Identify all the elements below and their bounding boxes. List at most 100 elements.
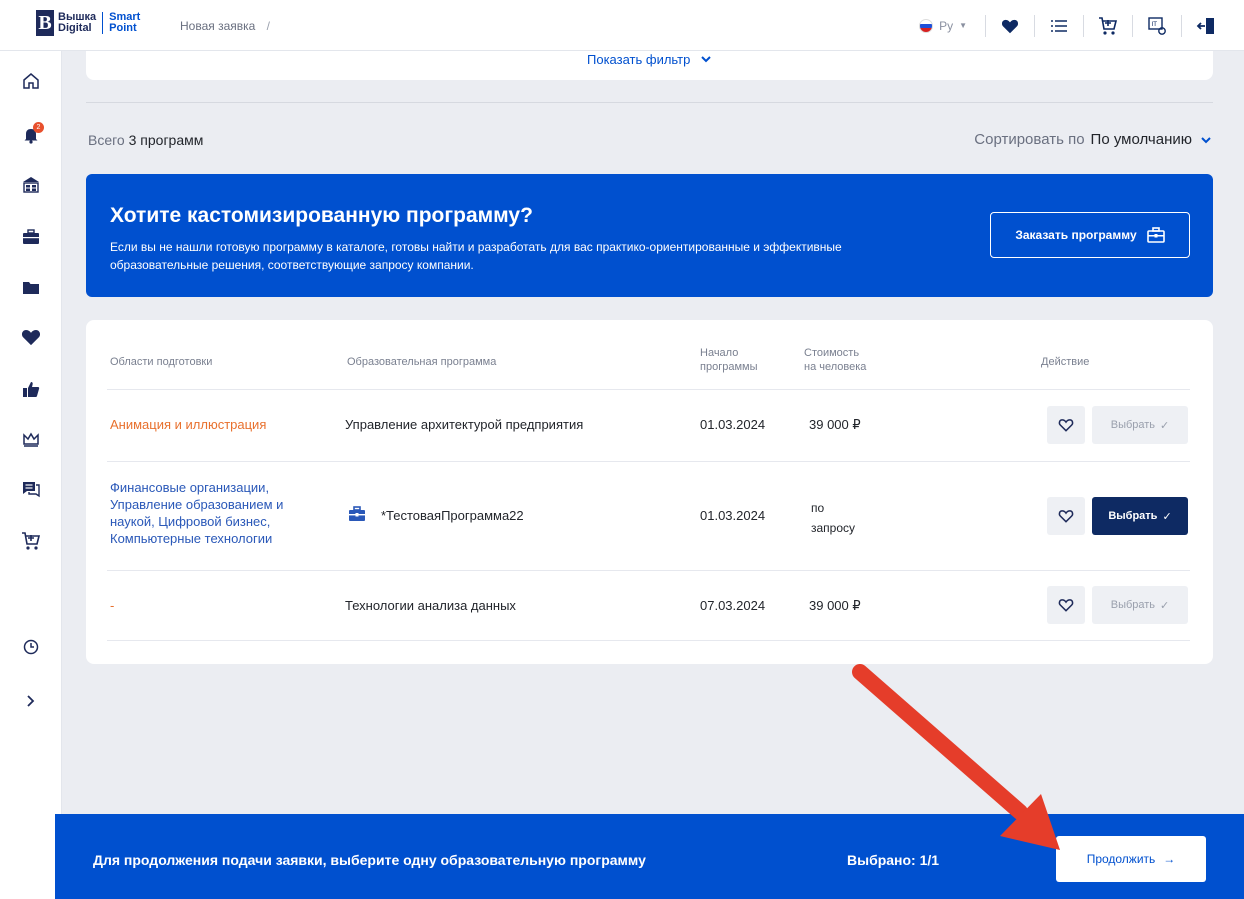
favorite-button[interactable] [1047, 497, 1085, 535]
order-program-button[interactable]: Заказать программу [990, 212, 1190, 258]
results-count-value: 3 программ [128, 132, 204, 148]
cost-cell: по запросу [811, 498, 855, 538]
row-divider [107, 389, 1190, 390]
footer-instruction: Для продолжения подачи заявки, выберите … [93, 852, 646, 868]
logo-divider [102, 12, 104, 34]
sidebar-item-messages[interactable] [21, 479, 41, 499]
column-header-cost-line2: на человека [804, 361, 867, 373]
top-actions: Ру ▼ IT [919, 0, 1244, 51]
list-button[interactable] [1035, 0, 1083, 51]
sidebar-item-portfolio[interactable] [21, 227, 41, 247]
logout-button[interactable] [1182, 0, 1230, 51]
sidebar-expand-button[interactable] [21, 691, 41, 711]
area-cell: - [110, 598, 115, 613]
application-footer: Для продолжения подачи заявки, выберите … [55, 814, 1244, 899]
column-header-start-line2: программы [700, 361, 758, 373]
briefcase-icon [1146, 227, 1165, 243]
select-program-button-selected[interactable]: Выбрать ✓ [1092, 497, 1188, 535]
sidebar-item-rating[interactable] [21, 429, 41, 449]
start-date-cell: 07.03.2024 [700, 598, 766, 613]
row-divider [107, 461, 1190, 462]
breadcrumb: Новая заявка / [180, 19, 270, 33]
logout-icon [1196, 17, 1214, 34]
select-program-button[interactable]: Выбрать ✓ [1092, 406, 1188, 444]
program-cell[interactable]: Технологии анализа данных [345, 598, 516, 613]
heart-icon [1001, 19, 1019, 33]
sidebar-item-favorites[interactable] [21, 327, 41, 347]
notification-badge: 2 [33, 122, 44, 133]
cart-button[interactable] [1084, 0, 1132, 51]
area-cell[interactable]: Анимация и иллюстрация [110, 417, 266, 432]
selected-count: Выбрано: 1/1 [847, 852, 940, 868]
show-filter-toggle[interactable]: Показать фильтр [86, 52, 1213, 67]
heart-icon [21, 330, 41, 346]
sort-selector[interactable]: Сортировать по По умолчанию [974, 131, 1212, 148]
language-label: Ру [939, 18, 954, 33]
select-label: Выбрать [1108, 510, 1158, 522]
order-program-label: Заказать программу [1015, 228, 1137, 242]
divider [86, 102, 1213, 103]
arrow-right-icon: → [1163, 852, 1176, 866]
program-cell[interactable]: *ТестоваяПрограмма22 [381, 508, 524, 523]
banner-text: Если вы не нашли готовую программу в кат… [110, 240, 842, 272]
area-cell[interactable]: Финансовые организации, Управление образ… [110, 479, 305, 547]
results-count-prefix: Всего [88, 132, 125, 148]
sidebar-item-home[interactable] [21, 71, 41, 91]
sidebar-item-documents[interactable] [21, 277, 41, 297]
sidebar-item-recommendations[interactable] [21, 379, 41, 399]
filter-panel: Показать фильтр [86, 51, 1213, 80]
breadcrumb-item[interactable]: Новая заявка [180, 19, 255, 33]
row-divider [107, 640, 1190, 641]
logo-line2: Digital [58, 22, 92, 34]
sort-label: Сортировать по [974, 131, 1085, 148]
check-icon: ✓ [1160, 419, 1170, 432]
heart-outline-icon [1058, 599, 1074, 612]
home-icon [23, 73, 39, 89]
row-divider [107, 570, 1190, 571]
crown-icon [23, 432, 39, 447]
sidebar-item-cart[interactable] [21, 531, 41, 551]
cost-cell: 39 000 ₽ [809, 598, 861, 613]
sidebar-item-university[interactable] [21, 175, 41, 195]
program-cell[interactable]: Управление архитектурой предприятия [345, 417, 583, 432]
column-header-start-line1: Начало [700, 347, 739, 359]
sidebar-item-history[interactable] [21, 637, 41, 657]
show-filter-label: Показать фильтр [587, 52, 691, 67]
continue-button[interactable]: Продолжить → [1056, 836, 1206, 882]
chevron-right-icon [27, 695, 35, 707]
it-monitor-icon: IT [1148, 16, 1166, 35]
language-selector[interactable]: Ру ▼ [919, 18, 967, 33]
check-icon: ✓ [1162, 510, 1172, 523]
heart-outline-icon [1058, 419, 1074, 432]
custom-program-banner: Хотите кастомизированную программу? Если… [86, 174, 1213, 297]
thumbs-up-icon [23, 382, 40, 397]
folder-icon [23, 282, 39, 294]
logo-smart-line2: Point [109, 22, 137, 34]
favorite-button[interactable] [1047, 406, 1085, 444]
briefcase-icon [23, 229, 39, 244]
sidebar-item-notifications[interactable]: 2 [21, 122, 44, 145]
cart-icon [1099, 16, 1118, 35]
logo[interactable]: B Вышка Digital Smart Point [36, 10, 140, 36]
favorites-button[interactable] [986, 0, 1034, 51]
heart-outline-icon [1058, 510, 1074, 523]
cart-icon [22, 532, 41, 550]
select-label: Выбрать [1110, 419, 1156, 431]
column-header-area: Области подготовки [110, 356, 213, 368]
list-icon [1051, 19, 1067, 32]
programs-table: Области подготовки Образовательная прогр… [86, 320, 1213, 664]
favorite-button[interactable] [1047, 586, 1085, 624]
russia-flag-icon [919, 18, 934, 33]
clock-icon [23, 639, 39, 655]
column-header-action: Действие [1041, 356, 1090, 368]
it-services-button[interactable]: IT [1133, 0, 1181, 51]
start-date-cell: 01.03.2024 [700, 508, 766, 523]
logo-mark: B [36, 10, 54, 36]
select-program-button[interactable]: Выбрать ✓ [1092, 586, 1188, 624]
top-bar: B Вышка Digital Smart Point Новая заявка… [0, 0, 1244, 51]
column-header-program: Образовательная программа [347, 356, 497, 368]
cost-line1: по [811, 501, 825, 515]
banner-title: Хотите кастомизированную программу? [110, 204, 533, 227]
cost-cell: 39 000 ₽ [809, 417, 861, 432]
sidebar: 2 [0, 51, 62, 899]
